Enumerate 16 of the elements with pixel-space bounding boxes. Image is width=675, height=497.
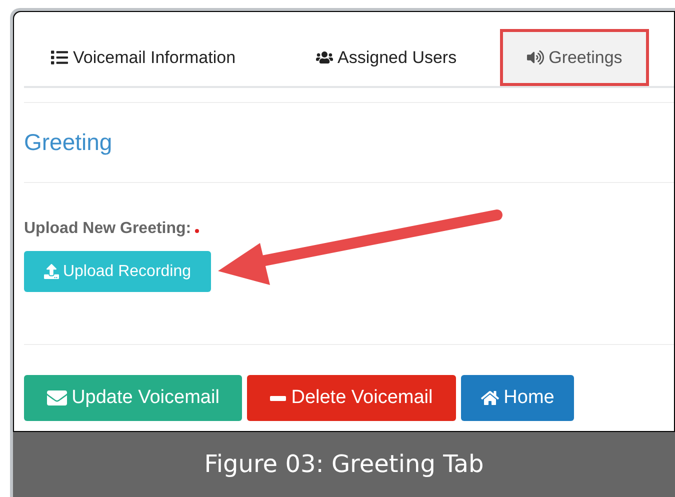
tab[interactable]: Voicemail Information <box>24 29 263 86</box>
minus-icon <box>270 396 286 400</box>
upload-icon <box>44 264 59 279</box>
field-label: Upload New Greeting: <box>24 219 192 239</box>
section-title: Greeting <box>24 128 112 157</box>
tab[interactable]: Greetings <box>500 29 650 86</box>
list-icon <box>51 49 68 66</box>
tab[interactable]: Assigned Users <box>288 29 484 86</box>
action-button[interactable]: Home <box>461 375 574 421</box>
action-button[interactable]: Delete Voicemail <box>247 375 456 421</box>
speaker-icon <box>526 49 544 66</box>
home-icon <box>480 389 499 407</box>
envelope-icon <box>46 388 67 408</box>
users-icon <box>316 49 333 66</box>
action-button[interactable]: Update Voicemail <box>24 375 242 421</box>
figure-caption: Figure 03: Greeting Tab <box>204 449 484 480</box>
